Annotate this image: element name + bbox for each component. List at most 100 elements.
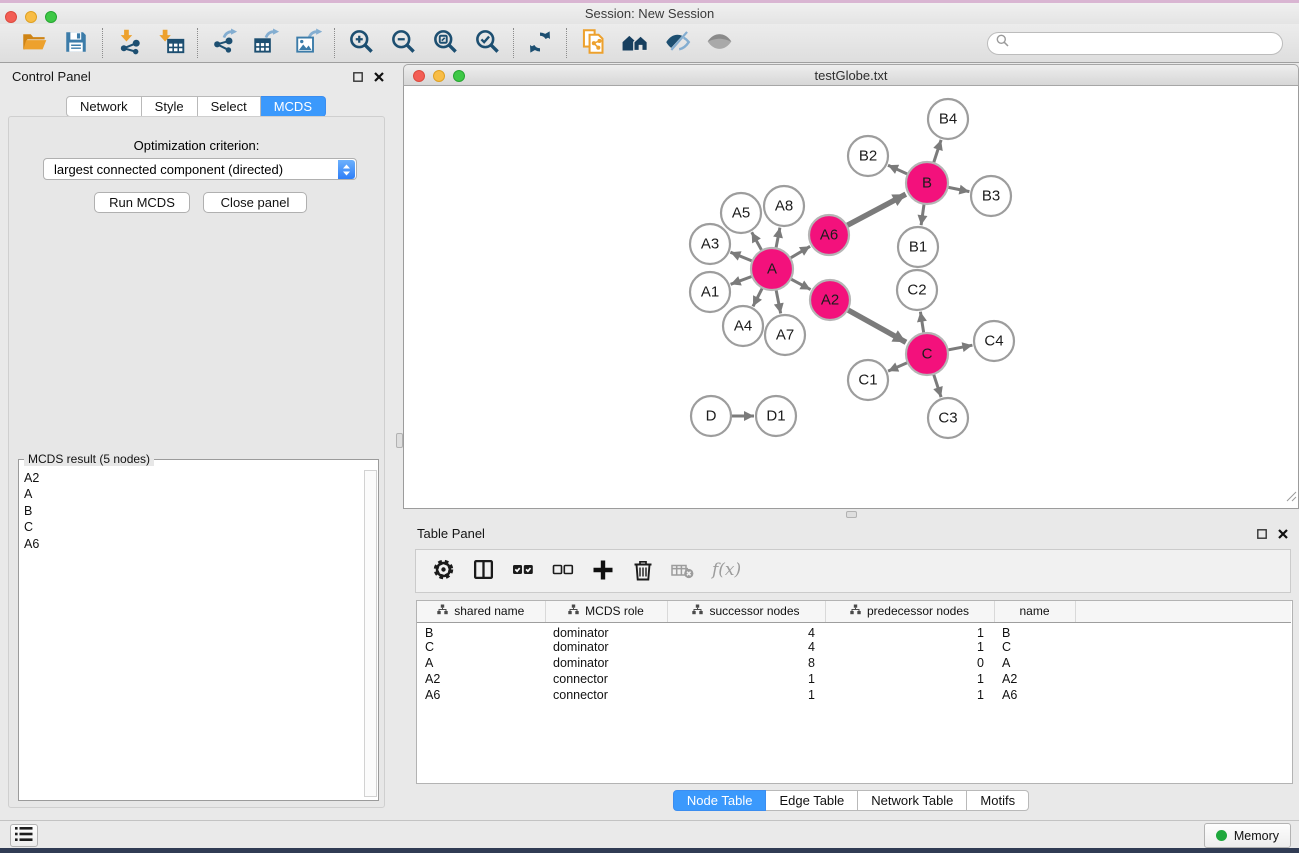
zoom-window-button[interactable]	[45, 11, 57, 23]
column-header-successor-nodes[interactable]: successor nodes	[667, 601, 825, 622]
open-session-button[interactable]	[17, 26, 51, 60]
table-cell[interactable]: 1	[667, 687, 825, 703]
table-cell[interactable]: 4	[667, 622, 825, 640]
table-cell[interactable]: 1	[825, 671, 994, 687]
show-graphics-details-button[interactable]	[702, 26, 736, 60]
tab-mcds[interactable]: MCDS	[261, 96, 326, 117]
graph-node[interactable]: B1	[898, 227, 938, 267]
minimize-window-button[interactable]	[25, 11, 37, 23]
network-minimize-button[interactable]	[433, 70, 445, 82]
column-header-MCDS-role[interactable]: MCDS role	[545, 601, 667, 622]
tab-motifs[interactable]: Motifs	[967, 790, 1029, 811]
resize-grip-icon[interactable]	[1285, 489, 1297, 507]
graph-node[interactable]: A3	[690, 224, 730, 264]
hide-graphics-details-button[interactable]	[660, 26, 694, 60]
graph-node[interactable]: A	[751, 248, 793, 290]
result-list-item[interactable]: A	[24, 486, 363, 502]
table-cell[interactable]: 1	[667, 671, 825, 687]
column-header-name[interactable]: name	[994, 601, 1075, 622]
tab-style[interactable]: Style	[142, 96, 198, 117]
table-cell[interactable]: C	[417, 640, 545, 656]
table-row[interactable]: A6connector11A6	[417, 687, 1291, 703]
table-cell[interactable]: 1	[825, 640, 994, 656]
close-window-button[interactable]	[5, 11, 17, 23]
zoom-selected-region-button[interactable]	[470, 26, 504, 60]
duplicate-network-button[interactable]	[576, 26, 610, 60]
table-cell[interactable]: connector	[545, 671, 667, 687]
apply-preferred-layout-button[interactable]	[523, 26, 557, 60]
result-list-item[interactable]: B	[24, 503, 363, 519]
graph-node[interactable]: A4	[723, 306, 763, 346]
table-cell[interactable]: dominator	[545, 622, 667, 640]
graph-node[interactable]: B4	[928, 99, 968, 139]
column-header-shared-name[interactable]: shared name	[417, 601, 545, 622]
graph-node[interactable]: D1	[756, 396, 796, 436]
import-table-from-file-button[interactable]	[154, 26, 188, 60]
deselect-all-rows-button[interactable]	[550, 558, 576, 584]
table-cell[interactable]: A2	[994, 671, 1075, 687]
export-network-button[interactable]	[207, 26, 241, 60]
result-scrollbar[interactable]	[364, 470, 377, 797]
import-network-from-file-button[interactable]	[112, 26, 146, 60]
tab-network-table[interactable]: Network Table	[858, 790, 967, 811]
network-window-titlebar[interactable]: testGlobe.txt	[403, 64, 1299, 86]
table-cell[interactable]: connector	[545, 687, 667, 703]
graph-node[interactable]: B3	[971, 176, 1011, 216]
network-zoom-button[interactable]	[453, 70, 465, 82]
search-input[interactable]	[1014, 36, 1274, 50]
graph-node[interactable]: C1	[848, 360, 888, 400]
table-cell[interactable]: 0	[825, 655, 994, 671]
table-cell[interactable]: 1	[825, 687, 994, 703]
table-row[interactable]: A2connector11A2	[417, 671, 1291, 687]
table-row[interactable]: Bdominator41B	[417, 622, 1291, 640]
tab-edge-table[interactable]: Edge Table	[766, 790, 858, 811]
result-list-item[interactable]: A6	[24, 536, 363, 552]
graph-node[interactable]: C4	[974, 321, 1014, 361]
close-panel-button[interactable]: Close panel	[203, 192, 307, 213]
zoom-out-button[interactable]	[386, 26, 420, 60]
network-canvas[interactable]: AA1A2A3A4A5A6A7A8BB1B2B3B4CC1C2C3C4DD1	[403, 86, 1299, 509]
table-cell[interactable]: B	[417, 622, 545, 640]
table-cell[interactable]: dominator	[545, 655, 667, 671]
graph-node[interactable]: B2	[848, 136, 888, 176]
result-list-item[interactable]: C	[24, 519, 363, 535]
run-mcds-button[interactable]: Run MCDS	[94, 192, 190, 213]
graph-node[interactable]: B	[906, 162, 948, 204]
graph-node[interactable]: C	[906, 333, 948, 375]
table-cell[interactable]: A	[994, 655, 1075, 671]
network-overview-button[interactable]	[618, 26, 652, 60]
tab-network[interactable]: Network	[66, 96, 142, 117]
graph-node[interactable]: A6	[809, 215, 849, 255]
table-cell[interactable]: B	[994, 622, 1075, 640]
graph-node[interactable]: A5	[721, 193, 761, 233]
save-session-button[interactable]	[59, 26, 93, 60]
graph-node[interactable]: D	[691, 396, 731, 436]
table-cell[interactable]: A6	[417, 687, 545, 703]
select-all-rows-button[interactable]	[510, 558, 536, 584]
table-row[interactable]: Adominator80A	[417, 655, 1291, 671]
search-box[interactable]	[987, 32, 1283, 55]
graph-node[interactable]: A8	[764, 186, 804, 226]
criterion-select[interactable]: largest connected component (directed)	[43, 158, 357, 180]
close-table-panel-icon[interactable]	[1277, 528, 1289, 540]
table-cell[interactable]: A	[417, 655, 545, 671]
close-panel-icon[interactable]	[373, 71, 385, 83]
task-history-button[interactable]	[10, 824, 38, 847]
table-cell[interactable]: 1	[825, 622, 994, 640]
export-table-button[interactable]	[249, 26, 283, 60]
delete-columns-button[interactable]	[630, 558, 656, 584]
column-header-predecessor-nodes[interactable]: predecessor nodes	[825, 601, 994, 622]
table-row[interactable]: Cdominator41C	[417, 640, 1291, 656]
graph-node[interactable]: A7	[765, 315, 805, 355]
tab-node-table[interactable]: Node Table	[673, 790, 767, 811]
table-cell[interactable]: 8	[667, 655, 825, 671]
float-table-panel-icon[interactable]	[1256, 528, 1268, 540]
result-list-item[interactable]: A2	[24, 470, 363, 486]
zoom-fit-content-button[interactable]	[428, 26, 462, 60]
graph-node[interactable]: C2	[897, 270, 937, 310]
table-cell[interactable]: A6	[994, 687, 1075, 703]
table-cell[interactable]: C	[994, 640, 1075, 656]
memory-button[interactable]: Memory	[1204, 823, 1291, 848]
show-column-button[interactable]	[470, 558, 496, 584]
float-panel-icon[interactable]	[352, 71, 364, 83]
